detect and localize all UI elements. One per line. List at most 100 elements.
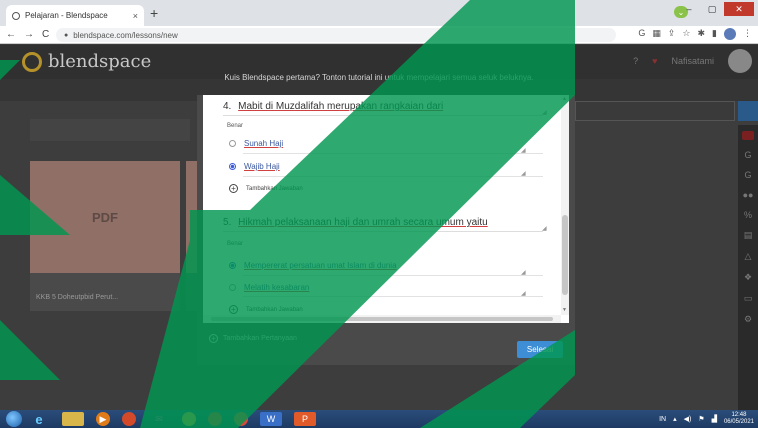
answer-option[interactable]: Wajib Haji (229, 162, 280, 171)
heart-icon[interactable]: ♥ (652, 56, 657, 66)
youtube-icon[interactable] (742, 131, 754, 140)
browser-tab[interactable]: Pelajaran - Blendspace × (6, 5, 144, 26)
network-icon[interactable]: ▟ (712, 415, 717, 423)
powerpoint-icon[interactable]: P (294, 412, 316, 426)
dropbox-icon[interactable]: ❖ (744, 272, 752, 283)
address-bar[interactable]: ● blendspace.com/lessons/new (56, 28, 616, 42)
lesson-card[interactable]: PDF KKB 5 Doheutpbid Perut... (30, 161, 180, 311)
username[interactable]: Nafisatami (671, 56, 714, 66)
plus-circle-icon: + (229, 184, 238, 193)
sidepanel-icon[interactable]: ▮ (712, 28, 717, 40)
question-4-title[interactable]: 4. Mabit di Muzdalifah merupakan rangkai… (223, 101, 443, 112)
scrollbar-thumb[interactable] (211, 317, 553, 321)
window-controls: – ▢ ✕ (678, 2, 754, 16)
search-button[interactable] (738, 101, 758, 121)
add-answer-label: Tambahkan Jawaban (246, 185, 303, 192)
question-text: Mabit di Muzdalifah merupakan rangkaian … (238, 101, 444, 112)
reader-icon[interactable]: ▦ (652, 28, 661, 40)
card-thumbnail: PDF (30, 161, 180, 273)
share-icon[interactable]: ⇪ (668, 28, 676, 40)
minimize-button[interactable]: – (678, 2, 700, 16)
add-answer-button[interactable]: + Tambahkan Jawaban (229, 184, 303, 193)
resize-handle-icon[interactable]: ◢ (521, 290, 526, 297)
answer-text[interactable]: Melatih kesabaran (244, 283, 309, 292)
done-button[interactable]: Selesai (517, 341, 563, 358)
word-icon[interactable]: W (260, 412, 282, 426)
forward-button[interactable]: → (24, 29, 34, 40)
upload-icon[interactable]: ▭ (744, 293, 753, 304)
resize-handle-icon[interactable]: ◢ (542, 109, 547, 116)
drive-icon[interactable]: △ (745, 251, 752, 262)
gallery-icon[interactable]: ▤ (744, 230, 753, 241)
firefox-icon[interactable] (122, 412, 136, 426)
plus-circle-icon: + (209, 334, 218, 343)
user-avatar[interactable] (728, 49, 752, 73)
resize-handle-icon[interactable]: ◢ (521, 170, 526, 177)
horizontal-scrollbar[interactable] (203, 315, 561, 323)
media-player-icon[interactable]: ▶ (96, 412, 110, 426)
answer-option[interactable]: Mempererat persatuan umat Islam di dunia (229, 261, 397, 270)
answers-label: Benar (227, 123, 244, 129)
resize-handle-icon[interactable]: ◢ (542, 225, 547, 232)
resize-handle-icon[interactable]: ◢ (521, 147, 526, 154)
radio-button-selected[interactable] (229, 163, 236, 170)
blendspace-logo[interactable]: blendspace (22, 51, 151, 72)
user-area: ? ♥ Nafisatami (633, 49, 752, 73)
search-panel[interactable] (575, 101, 735, 121)
scroll-down-icon[interactable]: ▼ (562, 307, 567, 313)
question-5-title[interactable]: 5. Hikmah pelaksanaan haji dan umrah sec… (223, 217, 488, 228)
back-button[interactable]: ← (6, 29, 16, 40)
mail-icon[interactable]: ✉ (148, 412, 170, 426)
start-button[interactable] (6, 411, 22, 427)
radio-button[interactable] (229, 284, 236, 291)
flag-icon[interactable]: ⚑ (698, 415, 704, 423)
link-icon[interactable]: % (744, 210, 752, 220)
flickr-icon[interactable]: ●● (743, 190, 754, 200)
tutorial-tip[interactable]: Kuis Blendspace pertama? Tonton tutorial… (0, 73, 758, 82)
add-answer-button[interactable]: + Tambahkan Jawaban (229, 305, 303, 314)
answer-text[interactable]: Wajib Haji (244, 162, 280, 171)
lock-icon: ● (64, 31, 69, 39)
chrome-icon[interactable] (234, 412, 248, 426)
google-images-icon[interactable]: G (744, 170, 751, 180)
kebab-menu-icon[interactable]: ⋮ (743, 28, 752, 40)
answer-option[interactable]: Sunah Haji (229, 139, 283, 148)
file-explorer-icon[interactable] (62, 412, 84, 426)
volume-icon[interactable]: ◀) (684, 415, 692, 423)
scrollbar-thumb[interactable] (562, 215, 568, 295)
language-indicator[interactable]: IN (659, 416, 666, 423)
answers-label: Benar (227, 241, 244, 247)
star-icon[interactable]: ☆ (682, 28, 690, 40)
help-icon[interactable]: ? (633, 56, 638, 66)
radio-button-selected[interactable] (229, 262, 236, 269)
opera-icon[interactable] (208, 412, 222, 426)
tab-close-icon[interactable]: × (133, 11, 138, 21)
vlc-icon[interactable] (182, 412, 196, 426)
reload-button[interactable]: C (42, 29, 49, 40)
scroll-up-icon[interactable]: ▲ (562, 96, 567, 102)
clock[interactable]: 12:48 06/05/2021 (724, 412, 754, 426)
new-tab-button[interactable]: + (150, 6, 158, 20)
browser-tabstrip: Pelajaran - Blendspace × + ⌄ – ▢ ✕ (0, 0, 758, 26)
tray-up-icon[interactable]: ▴ (673, 415, 677, 423)
tab-favicon-icon (12, 11, 20, 20)
settings-icon[interactable]: ⚙ (744, 314, 752, 325)
google-search-icon[interactable]: G (744, 150, 751, 160)
radio-button[interactable] (229, 140, 236, 147)
answer-text[interactable]: Mempererat persatuan umat Islam di dunia (244, 261, 397, 270)
clock-date: 06/05/2021 (723, 419, 754, 425)
add-question-button[interactable]: + Tambahkan Pertanyaan (209, 334, 297, 343)
answer-text[interactable]: Sunah Haji (244, 139, 283, 148)
maximize-button[interactable]: ▢ (701, 2, 723, 16)
google-icon[interactable]: G (638, 28, 645, 40)
extensions-icon[interactable]: ✱ (698, 28, 706, 40)
window-close-button[interactable]: ✕ (724, 2, 754, 16)
vertical-scrollbar[interactable]: ▲ ▼ (561, 95, 569, 315)
windows-taskbar: e ▶ ✉ W P IN ▴ ◀) ⚑ ▟ 12:48 06/05/2021 (0, 410, 758, 428)
answer-underline (243, 275, 543, 276)
resize-handle-icon[interactable]: ◢ (521, 269, 526, 276)
answer-option[interactable]: Melatih kesabaran (229, 283, 309, 292)
internet-explorer-icon[interactable]: e (28, 412, 50, 427)
profile-avatar[interactable] (724, 28, 736, 40)
question-number: 4. (223, 101, 232, 112)
